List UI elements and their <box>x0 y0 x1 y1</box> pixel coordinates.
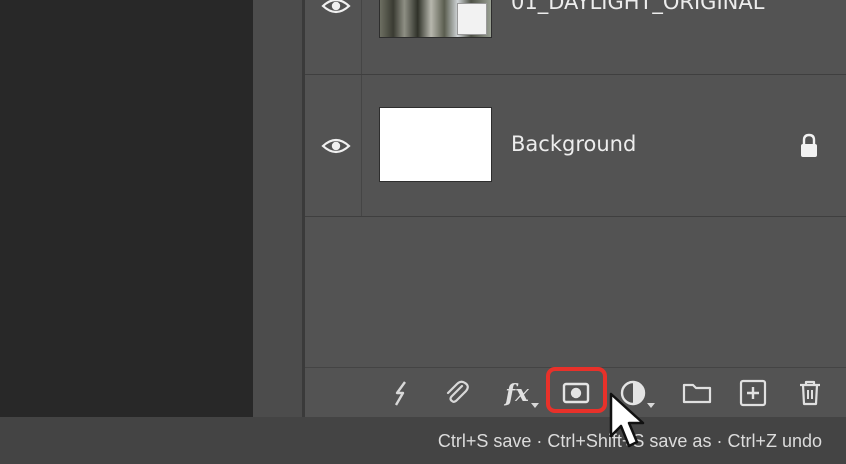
eye-icon[interactable] <box>321 0 351 16</box>
layer-name[interactable]: 01_DAYLIGHT_ORIGINAL <box>511 0 764 14</box>
fx-icon: fx <box>505 379 529 407</box>
group-button[interactable] <box>681 378 713 408</box>
new-layer-button[interactable] <box>737 378 769 408</box>
layers-panel: 01_DAYLIGHT_ORIGINAL Background <box>305 0 846 417</box>
visibility-column <box>305 0 362 74</box>
smart-object-badge-icon <box>457 3 487 35</box>
eye-icon[interactable] <box>321 136 351 156</box>
layer-row-daylight-original[interactable]: 01_DAYLIGHT_ORIGINAL <box>305 0 846 75</box>
layer-thumbnail-white[interactable] <box>379 107 492 182</box>
dropdown-caret-icon <box>531 403 539 408</box>
delete-layer-button[interactable] <box>794 378 826 408</box>
plus-square-icon <box>739 379 767 407</box>
layer-style-button[interactable]: fx <box>497 378 539 408</box>
layer-row-background[interactable]: Background <box>305 75 846 217</box>
document-canvas-area <box>0 0 253 417</box>
status-bar: Ctrl+S save · Ctrl+Shift+S save as · Ctr… <box>0 417 846 464</box>
link-icon <box>394 381 406 406</box>
paperclip-icon <box>446 380 469 403</box>
layer-thumbnail-photo[interactable] <box>379 0 492 38</box>
mouse-cursor-icon <box>609 392 645 448</box>
layers-empty-area[interactable] <box>305 217 846 367</box>
layer-name[interactable]: Background <box>511 132 636 156</box>
lock-icon[interactable] <box>798 133 820 159</box>
link-layers-button[interactable] <box>385 378 417 408</box>
trash-icon <box>800 380 820 406</box>
add-mask-highlight <box>546 367 607 413</box>
dropdown-caret-icon <box>647 403 655 408</box>
attach-button[interactable] <box>441 378 473 408</box>
panel-gutter <box>253 0 302 417</box>
visibility-column <box>305 75 362 216</box>
folder-icon <box>682 383 712 404</box>
